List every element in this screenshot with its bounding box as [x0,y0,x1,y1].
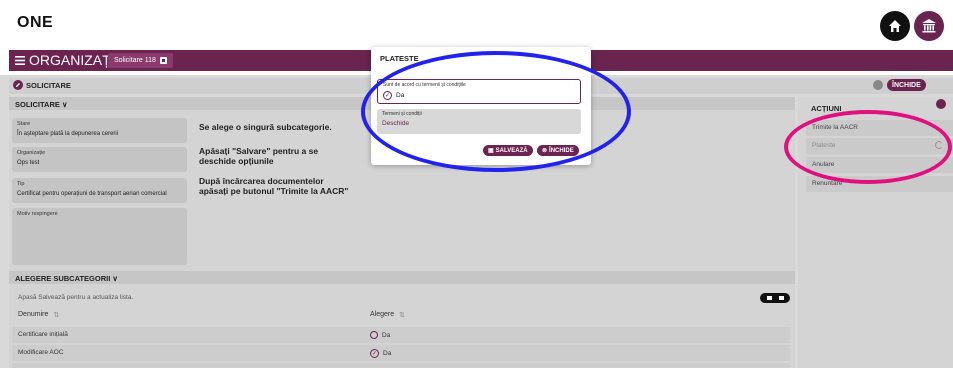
table-row: Modificare AOC ✓ Da [12,345,790,361]
column-header-choice[interactable]: Alegere ⇅ [370,311,405,319]
organizations-title: ORGANIZAȚII [29,52,119,68]
grid-view-icon[interactable] [766,296,772,300]
request-section-title: SOLICITARE [15,100,60,109]
top-actions: ÎNCHIDE [873,79,926,91]
radio-unchecked-icon[interactable] [370,331,378,339]
collapse-actions-icon[interactable] [936,99,946,109]
field-status-value: În așteptare plată la depunerea cererii [17,131,119,137]
chevron-down-icon: ∨ [112,274,118,283]
institution-button[interactable] [914,11,944,41]
annotation-ellipse-blue [361,51,631,172]
field-organization-value: Ops test [17,160,40,166]
field-type: Tip Certificat pentru operațiuni de tran… [12,178,187,203]
strip-label: SOLICITARE [26,80,71,90]
home-button[interactable] [880,11,910,41]
close-request-label: ÎNCHIDE [892,81,921,89]
chevron-down-icon: ∨ [61,100,68,109]
field-type-value: Certificat pentru operațiuni de transpor… [17,191,167,197]
request-tab[interactable]: Solicitare 118 [108,53,173,68]
subcategories-section-title: ALEGERE SUBCATEGORII [15,274,111,283]
field-type-label: Tip [17,181,25,187]
column-header-name[interactable]: Denumire ⇅ [18,311,59,319]
check-circle-icon[interactable]: ✓ [370,349,379,358]
table-row: Certificare inițială Da [12,327,790,343]
list-view-icon[interactable] [778,296,784,300]
view-toggle[interactable] [760,293,790,303]
field-rejection-label: Motiv respingere [17,211,58,217]
row-choice-label: Da [383,350,392,357]
row-name: Modificare AOC [18,349,64,356]
home-icon [889,20,901,32]
field-organization: Organizație Ops test [12,147,187,172]
sort-icon: ⇅ [53,312,60,319]
subcategories-hint: Apasă Salvează pentru a actualiza lista. [18,294,134,301]
app-logo: ONE [17,14,54,31]
close-tab-icon[interactable] [159,57,167,64]
instruction-3: După încărcarea documentelor apăsați pe … [199,176,349,196]
row-name: Certificare inițială [18,331,68,338]
organizations-menu[interactable]: ORGANIZAȚII [15,52,118,68]
subcategories-section-header[interactable]: ALEGERE SUBCATEGORII ∨ [9,271,795,284]
bank-icon [922,19,936,33]
request-tab-label: Solicitare 118 [114,57,156,64]
row-choice-label: Da [382,331,391,339]
instruction-1: Se alege o singură subcategorie. [199,122,332,132]
field-status: Stare În așteptare plată la depunerea ce… [12,118,187,143]
table-row [12,363,790,368]
row-choice[interactable]: Da [370,331,390,339]
sort-icon: ⇅ [399,312,406,319]
instruction-2: Apăsați "Salvare" pentru a se deschide o… [199,146,319,166]
refresh-icon[interactable] [873,80,883,90]
close-request-button[interactable]: ÎNCHIDE [887,79,926,91]
annotation-ellipse-pink [784,110,952,184]
column-choice-label: Alegere [370,311,395,318]
field-rejection-reason: Motiv respingere [12,208,187,265]
modal-title: PLATESTE [380,54,419,63]
row-choice[interactable]: ✓ Da [370,349,391,358]
menu-icon [15,55,25,65]
field-status-label: Stare [17,121,31,127]
column-name-label: Denumire [18,311,49,318]
field-organization-label: Organizație [17,150,46,156]
edit-icon [13,80,23,90]
